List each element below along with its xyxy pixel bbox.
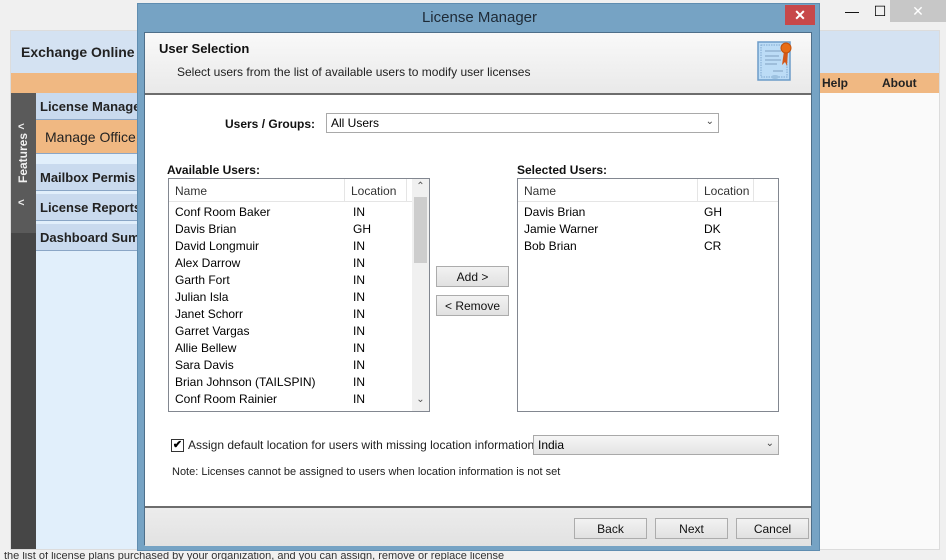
- user-location: IN: [353, 307, 365, 321]
- list-item[interactable]: Davis Brian GH: [518, 203, 778, 220]
- selected-users-label: Selected Users:: [517, 163, 608, 177]
- status-text: the list of license plans purchased by y…: [0, 552, 946, 560]
- back-button[interactable]: Back: [574, 518, 647, 539]
- list-item[interactable]: Davis Brian GH: [169, 220, 429, 237]
- license-manager-dialog: License Manager ✕ User Selection Select …: [137, 3, 820, 551]
- user-location: IN: [353, 375, 365, 389]
- user-location: IN: [353, 341, 365, 355]
- chevron-down-icon: ⌄: [705, 116, 714, 127]
- scrollbar-thumb[interactable]: [414, 197, 427, 263]
- chevron-down-icon: ⌄: [765, 438, 774, 449]
- default-location-label: Assign default location for users with m…: [188, 438, 535, 452]
- certificate-icon: [757, 41, 792, 81]
- nav-item-mailbox-permissions[interactable]: Mailbox Permis: [36, 164, 138, 191]
- user-location: IN: [353, 358, 365, 372]
- nav-item-license-reports[interactable]: License Reports: [36, 194, 138, 221]
- features-tab[interactable]: < Features <: [11, 93, 36, 233]
- dialog-close-button[interactable]: ✕: [785, 5, 815, 25]
- column-header-name[interactable]: Name: [169, 179, 345, 201]
- user-name: Conf Room Baker: [175, 205, 271, 219]
- wizard-footer: Back Next Cancel: [145, 506, 811, 546]
- user-name: Brian Johnson (TAILSPIN): [175, 375, 316, 389]
- list-item[interactable]: Bob Brian CR: [518, 237, 778, 254]
- list-item[interactable]: Brian Johnson (TAILSPIN) IN: [169, 373, 429, 390]
- add-button[interactable]: Add >: [436, 266, 509, 287]
- remove-button[interactable]: < Remove: [436, 295, 509, 316]
- dialog-body: User Selection Select users from the lis…: [144, 32, 812, 546]
- user-name: Janet Schorr: [175, 307, 244, 321]
- user-name: Jamie Warner: [524, 222, 599, 236]
- default-location-checkbox[interactable]: ✔: [171, 439, 184, 452]
- column-header-name[interactable]: Name: [518, 179, 698, 201]
- user-name: Garret Vargas: [175, 324, 250, 338]
- list-header: Name Location: [518, 179, 778, 202]
- user-name: Garth Fort: [175, 273, 230, 287]
- list-item[interactable]: Garth Fort IN: [169, 271, 429, 288]
- list-item[interactable]: Conf Room Rainier IN: [169, 390, 429, 407]
- collapse-arrow-icon[interactable]: <: [18, 197, 24, 209]
- available-users-label: Available Users:: [167, 163, 260, 177]
- app-title: Exchange Online R: [21, 44, 149, 60]
- nav-item-manage-office[interactable]: Manage Office: [36, 120, 138, 154]
- navigation-pane: License Manage Manage Office Mailbox Per…: [36, 93, 138, 549]
- menu-help[interactable]: Help: [822, 76, 848, 90]
- user-location: IN: [353, 239, 365, 253]
- user-name: Sara Davis: [175, 358, 234, 372]
- list-item[interactable]: Julian Isla IN: [169, 288, 429, 305]
- available-users-scrollbar[interactable]: ⌃ ⌄: [412, 179, 429, 411]
- default-location-value: India: [538, 438, 565, 452]
- column-header-location[interactable]: Location: [698, 179, 754, 201]
- list-item[interactable]: Allie Bellew IN: [169, 339, 429, 356]
- selected-users-list[interactable]: Name Location Davis Brian GH Jamie Warner D…: [517, 178, 779, 412]
- user-name: Julian Isla: [175, 290, 229, 304]
- users-groups-label: Users / Groups:: [225, 117, 316, 131]
- user-location: DK: [704, 222, 721, 236]
- user-name: Allie Bellew: [175, 341, 237, 355]
- list-item[interactable]: Conf Room Baker IN: [169, 203, 429, 220]
- scroll-up-icon[interactable]: ⌃: [412, 181, 429, 192]
- user-name: David Longmuir: [175, 239, 260, 253]
- features-label: Features: [16, 132, 30, 184]
- user-location: GH: [353, 222, 371, 236]
- user-name: Conf Room Rainier: [175, 392, 278, 406]
- user-name: Davis Brian: [175, 222, 237, 236]
- user-name: Bob Brian: [524, 239, 577, 253]
- default-location-dropdown[interactable]: India ⌄: [533, 435, 779, 455]
- users-groups-dropdown[interactable]: All Users ⌄: [326, 113, 719, 133]
- user-name: Davis Brian: [524, 205, 586, 219]
- cancel-button[interactable]: Cancel: [736, 518, 809, 539]
- user-location: IN: [353, 290, 365, 304]
- location-note: Note: Licenses cannot be assigned to use…: [172, 466, 561, 478]
- users-groups-value: All Users: [331, 116, 380, 130]
- menu-about[interactable]: About: [882, 76, 917, 90]
- dialog-title: License Manager: [421, 9, 538, 26]
- user-location: IN: [353, 392, 365, 406]
- nav-item-license-manager[interactable]: License Manage: [36, 93, 138, 120]
- list-item[interactable]: Alex Darrow IN: [169, 254, 429, 271]
- features-sidebar: < Features <: [11, 93, 36, 549]
- available-users-list[interactable]: Name Location Conf Room Baker IN Davis Bri…: [168, 178, 430, 412]
- user-location: IN: [353, 324, 365, 338]
- wizard-header: User Selection Select users from the lis…: [145, 33, 811, 95]
- user-name: Alex Darrow: [175, 256, 241, 270]
- user-location: GH: [704, 205, 722, 219]
- list-item[interactable]: Janet Schorr IN: [169, 305, 429, 322]
- list-item[interactable]: David Longmuir IN: [169, 237, 429, 254]
- user-location: CR: [704, 239, 722, 253]
- list-item[interactable]: Sara Davis IN: [169, 356, 429, 373]
- close-button[interactable]: ✕: [890, 0, 946, 22]
- list-header: Name Location: [169, 179, 429, 202]
- next-button[interactable]: Next: [655, 518, 728, 539]
- close-icon: ✕: [794, 6, 806, 23]
- step-subtitle: Select users from the list of available …: [177, 65, 531, 79]
- scroll-down-icon[interactable]: ⌄: [412, 394, 429, 405]
- user-location: IN: [353, 256, 365, 270]
- list-item[interactable]: Jamie Warner DK: [518, 220, 778, 237]
- list-item[interactable]: Garret Vargas IN: [169, 322, 429, 339]
- nav-item-dashboard-summary[interactable]: Dashboard Sum: [36, 224, 138, 251]
- user-location: IN: [353, 273, 365, 287]
- step-title: User Selection: [159, 41, 250, 56]
- user-location: IN: [353, 205, 365, 219]
- column-header-location[interactable]: Location: [345, 179, 407, 201]
